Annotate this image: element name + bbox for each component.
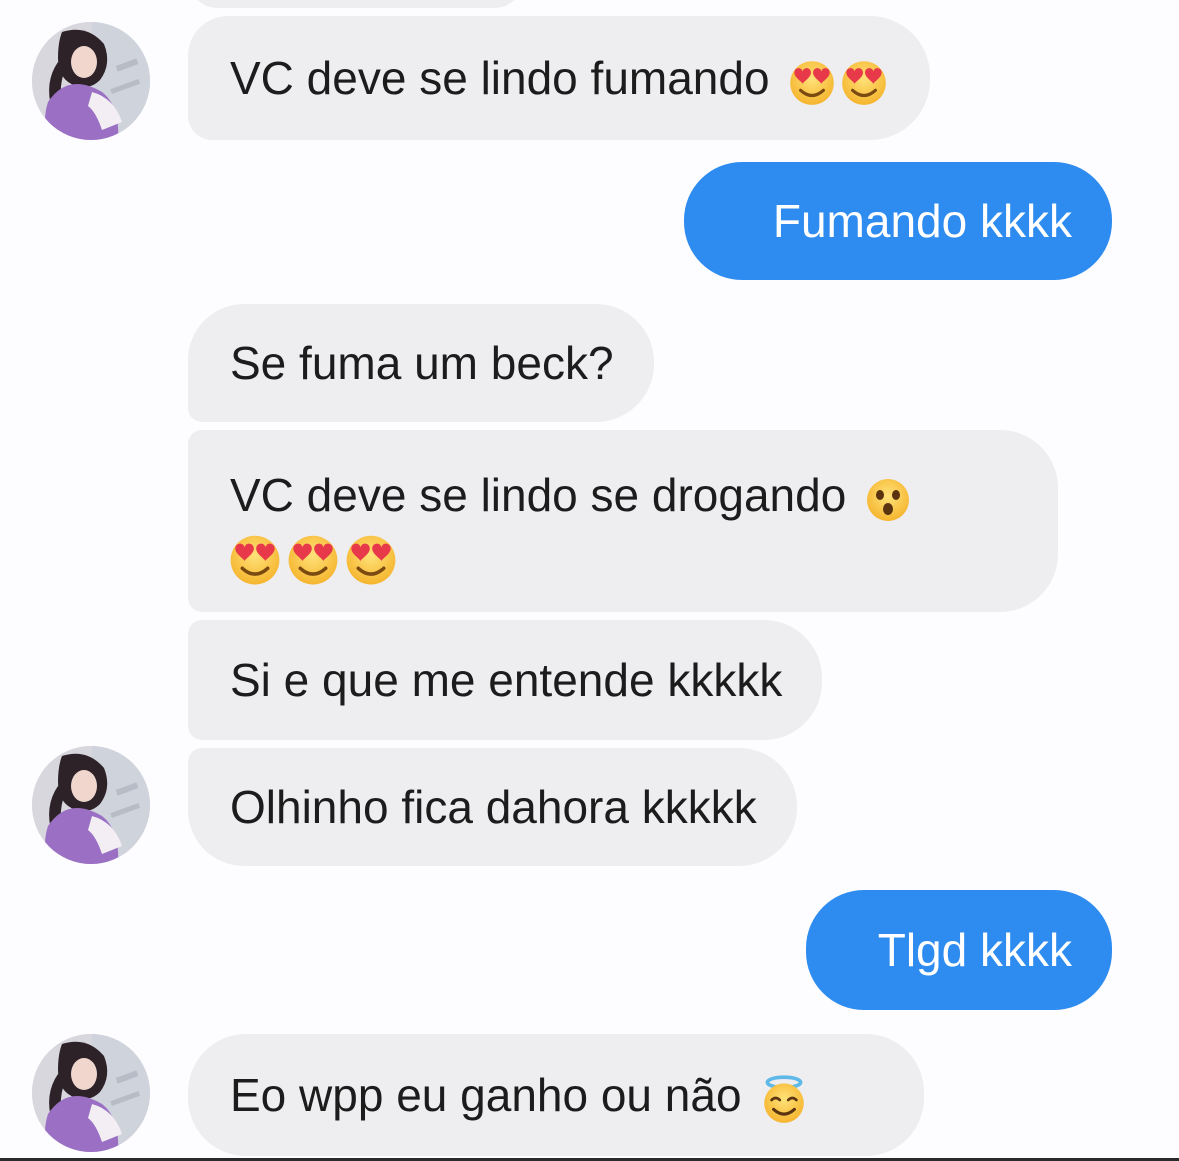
contact-avatar[interactable] (32, 1034, 150, 1152)
incoming-message[interactable]: VC deve se lindo fumando (188, 16, 931, 140)
heart-eyes-emoji-icon (786, 56, 838, 108)
contact-avatar[interactable] (32, 22, 150, 140)
incoming-message[interactable]: Se fuma um beck? (188, 304, 654, 422)
heart-eyes-emoji-icon (284, 530, 342, 588)
previous-message-fragment (188, 0, 524, 8)
incoming-message[interactable]: Si e que me entende kkkkk (188, 620, 823, 740)
message-text: VC deve se lindo se drogando (230, 469, 847, 521)
outgoing-message[interactable]: Fumando kkkk (684, 162, 1112, 280)
outgoing-message[interactable]: Tlgd kkkk (806, 890, 1112, 1010)
message-text: Si e que me entende kkkkk (230, 654, 783, 706)
incoming-message[interactable]: Eo wpp eu ganho ou não (188, 1034, 924, 1156)
contact-avatar-image (32, 1034, 150, 1152)
contact-avatar-image (32, 22, 150, 140)
message-text: Olhinho fica dahora kkkkk (230, 781, 757, 833)
incoming-message[interactable]: Olhinho fica dahora kkkkk (188, 748, 797, 866)
heart-eyes-emoji-icon (226, 530, 284, 588)
incoming-message[interactable]: VC deve se lindo se drogando (188, 430, 1058, 612)
heart-eyes-emoji-icon (838, 56, 890, 108)
innocent-halo-emoji-icon (758, 1073, 810, 1125)
astonished-emoji-icon (863, 474, 913, 524)
message-text: VC deve se lindo fumando (230, 52, 770, 104)
message-text: Tlgd kkkk (877, 924, 1072, 976)
contact-avatar[interactable] (32, 746, 150, 864)
contact-avatar-image (32, 746, 150, 864)
heart-eyes-emoji-icon (342, 530, 400, 588)
message-text: Se fuma um beck? (230, 337, 614, 389)
message-text: Fumando kkkk (772, 195, 1072, 247)
message-text: Eo wpp eu ganho ou não (230, 1069, 742, 1121)
